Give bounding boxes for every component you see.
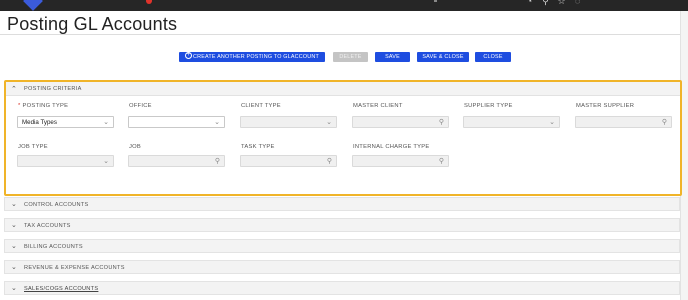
chevron-down-icon: ⌄	[11, 201, 17, 208]
revenue-expense-accounts-title: REVENUE & EXPENSE ACCOUNTS	[24, 265, 125, 271]
control-accounts-title: CONTROL ACCOUNTS	[24, 202, 89, 208]
chevron-down-icon: ⌄	[11, 285, 17, 292]
page-title: Posting GL Accounts	[7, 14, 178, 34]
action-toolbar: + CREATE ANOTHER POSTING TO GLACCOUNT DEL…	[0, 52, 688, 62]
star-icon[interactable]: ☆	[557, 0, 566, 6]
office-label: OFFICE	[129, 103, 152, 109]
posting-criteria-title: POSTING CRITERIA	[24, 86, 82, 92]
app-logo[interactable]	[23, 0, 43, 11]
create-another-posting-button[interactable]: + CREATE ANOTHER POSTING TO GLACCOUNT	[179, 52, 325, 62]
internal-charge-type-label: INTERNAL CHARGE TYPE	[353, 144, 430, 150]
search-icon[interactable]: ⚲	[215, 157, 220, 166]
delete-button[interactable]: DELETE	[333, 52, 368, 62]
supplier-type-label: SUPPLIER TYPE	[464, 103, 513, 109]
master-client-label: MASTER CLIENT	[353, 103, 403, 109]
user-icon[interactable]: ◔	[525, 0, 534, 6]
tax-accounts-section[interactable]: ⌄ TAX ACCOUNTS	[4, 218, 680, 232]
save-and-close-button[interactable]: SAVE & CLOSE	[417, 52, 469, 62]
revenue-expense-accounts-section[interactable]: ⌄ REVENUE & EXPENSE ACCOUNTS	[4, 260, 680, 274]
help-icon[interactable]: ◌	[573, 0, 582, 6]
sales-cogs-accounts-title[interactable]: SALES/COGS ACCOUNTS	[24, 286, 98, 292]
chevron-down-icon: ⌄	[103, 119, 109, 126]
save-button[interactable]: SAVE	[375, 52, 410, 62]
search-icon[interactable]: ⚲	[541, 0, 550, 6]
billing-accounts-title: BILLING ACCOUNTS	[24, 244, 83, 250]
chevron-down-icon: ⌄	[11, 222, 17, 229]
required-marker: *	[18, 103, 21, 109]
plus-circle-icon: +	[185, 52, 193, 60]
supplier-type-select[interactable]: ⌄	[463, 116, 560, 128]
posting-criteria-header[interactable]: ⌃ POSTING CRITERIA	[6, 82, 680, 96]
search-icon[interactable]: ⚲	[439, 118, 444, 127]
search-icon[interactable]: ⚲	[327, 157, 332, 166]
chevron-down-icon: ⌄	[549, 119, 555, 126]
job-label: JOB	[129, 144, 142, 150]
posting-criteria-section: ⌃ POSTING CRITERIA * POSTING TYPE OFFICE …	[4, 80, 682, 196]
notification-dot	[146, 0, 152, 4]
job-type-label: JOB TYPE	[18, 144, 48, 150]
internal-charge-type-lookup[interactable]: ⚲	[352, 155, 449, 167]
office-select[interactable]: ⌄	[128, 116, 225, 128]
chevron-up-icon: ⌃	[11, 86, 17, 93]
job-lookup[interactable]: ⚲	[128, 155, 225, 167]
chevron-down-icon: ⌄	[11, 243, 17, 250]
billing-accounts-section[interactable]: ⌄ BILLING ACCOUNTS	[4, 239, 680, 253]
posting-type-select[interactable]: Media Types ⌄	[17, 116, 114, 128]
toolbar-marker	[434, 0, 437, 2]
client-type-label: CLIENT TYPE	[241, 103, 281, 109]
client-type-select[interactable]: ⌄	[240, 116, 337, 128]
control-accounts-section[interactable]: ⌄ CONTROL ACCOUNTS	[4, 197, 680, 211]
task-type-label: TASK TYPE	[241, 144, 275, 150]
chevron-down-icon: ⌄	[11, 264, 17, 271]
title-divider	[0, 34, 680, 35]
close-button[interactable]: CLOSE	[475, 52, 511, 62]
chevron-down-icon: ⌄	[103, 158, 109, 165]
tax-accounts-title: TAX ACCOUNTS	[24, 223, 71, 229]
posting-type-label: * POSTING TYPE	[18, 103, 69, 109]
master-supplier-lookup[interactable]: ⚲	[575, 116, 672, 128]
sales-cogs-accounts-section[interactable]: ⌄ SALES/COGS ACCOUNTS	[4, 281, 680, 295]
top-app-bar: ◔ ⚲ ☆ ◌	[0, 0, 688, 11]
chevron-down-icon: ⌄	[326, 119, 332, 126]
task-type-lookup[interactable]: ⚲	[240, 155, 337, 167]
create-another-posting-label: CREATE ANOTHER POSTING TO GLACCOUNT	[193, 54, 319, 60]
search-icon[interactable]: ⚲	[662, 118, 667, 127]
master-client-lookup[interactable]: ⚲	[352, 116, 449, 128]
master-supplier-label: MASTER SUPPLIER	[576, 103, 635, 109]
job-type-select[interactable]: ⌄	[17, 155, 114, 167]
search-icon[interactable]: ⚲	[439, 157, 444, 166]
posting-type-value: Media Types	[22, 119, 57, 126]
chevron-down-icon: ⌄	[214, 119, 220, 126]
